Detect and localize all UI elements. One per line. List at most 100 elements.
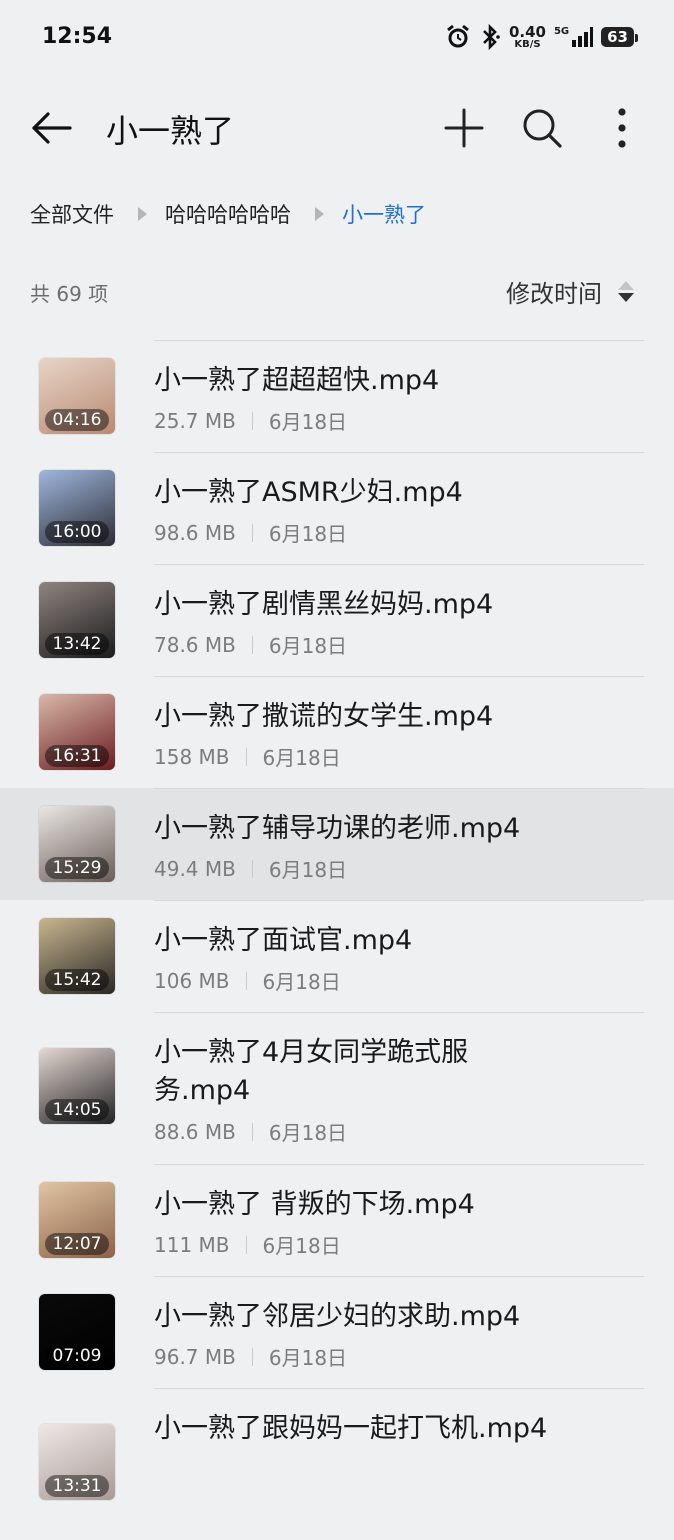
file-row[interactable]: 13:31 小一熟了跟妈妈一起打飞机.mp4 bbox=[0, 1388, 674, 1540]
file-name: 小一熟了剧情黑丝妈妈.mp4 bbox=[154, 589, 494, 620]
item-count: 共 69 项 bbox=[30, 282, 109, 306]
file-name: 小一熟了辅导功课的老师.mp4 bbox=[154, 813, 521, 844]
add-button[interactable] bbox=[440, 104, 488, 152]
meta-separator bbox=[251, 635, 253, 654]
file-meta: 25.7 MB 6月18日 bbox=[154, 406, 347, 435]
video-duration: 13:31 bbox=[45, 1475, 109, 1497]
file-meta: 106 MB 6月18日 bbox=[154, 966, 341, 995]
page-title: 小一熟了 bbox=[106, 112, 235, 150]
row-divider bbox=[154, 340, 644, 341]
file-date: 6月18日 bbox=[262, 970, 341, 994]
meta-separator bbox=[251, 523, 253, 542]
file-date: 6月18日 bbox=[262, 1234, 341, 1258]
file-date: 6月18日 bbox=[268, 1121, 348, 1145]
sort-label: 修改时间 bbox=[506, 280, 602, 308]
file-row[interactable]: 16:00 小一熟了ASMR少妇.mp4 98.6 MB 6月18日 bbox=[0, 452, 674, 564]
video-duration: 07:09 bbox=[45, 1345, 109, 1367]
breadcrumb-item-current: 小一熟了 bbox=[342, 203, 426, 227]
file-date: 6月18日 bbox=[268, 1346, 348, 1370]
status-icons: 0.40 KB/S 5G 63 bbox=[445, 22, 638, 52]
file-date: 6月18日 bbox=[268, 522, 348, 546]
file-size: 88.6 MB bbox=[154, 1119, 236, 1144]
file-size: 98.6 MB bbox=[154, 520, 236, 545]
video-thumbnail[interactable]: 14:05 bbox=[39, 1048, 115, 1124]
sort-direction-icon bbox=[618, 281, 634, 302]
row-divider bbox=[154, 676, 644, 677]
file-row[interactable]: 12:07 小一熟了 背叛的下场.mp4 111 MB 6月18日 bbox=[0, 1164, 674, 1276]
video-thumbnail[interactable]: 07:09 bbox=[39, 1294, 115, 1370]
meta-separator bbox=[251, 1347, 253, 1366]
video-duration: 12:07 bbox=[45, 1233, 109, 1255]
video-thumbnail[interactable]: 13:42 bbox=[39, 582, 115, 658]
row-divider bbox=[154, 564, 644, 565]
file-row[interactable]: 07:09 小一熟了邻居少妇的求助.mp4 96.7 MB 6月18日 bbox=[0, 1276, 674, 1388]
more-options-button[interactable] bbox=[600, 104, 644, 152]
chevron-right-icon bbox=[315, 207, 324, 221]
file-row[interactable]: 14:05 小一熟了4月女同学跪式服务.mp4 88.6 MB 6月18日 bbox=[0, 1012, 674, 1164]
sort-button[interactable]: 修改时间 bbox=[506, 274, 634, 309]
file-size: 96.7 MB bbox=[154, 1344, 236, 1369]
file-meta: 88.6 MB 6月18日 bbox=[154, 1117, 347, 1146]
video-thumbnail[interactable]: 04:16 bbox=[39, 358, 115, 434]
breadcrumb-item-all-files[interactable]: 全部文件 bbox=[30, 199, 114, 229]
video-duration: 04:16 bbox=[45, 409, 109, 431]
video-thumbnail[interactable]: 16:31 bbox=[39, 694, 115, 770]
file-name: 小一熟了ASMR少妇.mp4 bbox=[154, 477, 463, 508]
meta-separator bbox=[245, 971, 247, 990]
video-thumbnail[interactable]: 16:00 bbox=[39, 470, 115, 546]
file-date: 6月18日 bbox=[268, 858, 348, 882]
file-size: 25.7 MB bbox=[154, 408, 236, 433]
breadcrumb: 全部文件 哈哈哈哈哈哈 小一熟了 bbox=[30, 198, 426, 230]
video-duration: 15:29 bbox=[45, 857, 109, 879]
file-name: 小一熟了4月女同学跪式服务.mp4 bbox=[154, 1037, 469, 1106]
status-bar: 12:54 0.40 KB/S 5G 63 bbox=[0, 0, 674, 76]
file-date: 6月18日 bbox=[268, 410, 348, 434]
video-duration: 16:31 bbox=[45, 745, 109, 767]
row-divider bbox=[154, 788, 644, 789]
file-row[interactable]: 13:42 小一熟了剧情黑丝妈妈.mp4 78.6 MB 6月18日 bbox=[0, 564, 674, 676]
speed-unit: KB/S bbox=[514, 38, 541, 50]
file-date: 6月18日 bbox=[262, 746, 341, 770]
video-duration: 16:00 bbox=[45, 521, 109, 543]
file-meta: 49.4 MB 6月18日 bbox=[154, 854, 347, 883]
file-row[interactable]: 16:31 小一熟了撒谎的女学生.mp4 158 MB 6月18日 bbox=[0, 676, 674, 788]
signal-icon: 5G bbox=[554, 26, 594, 48]
chevron-right-icon bbox=[138, 207, 147, 221]
file-name: 小一熟了跟妈妈一起打飞机.mp4 bbox=[154, 1413, 548, 1444]
file-meta: 158 MB 6月18日 bbox=[154, 742, 341, 771]
video-thumbnail[interactable]: 12:07 bbox=[39, 1182, 115, 1258]
breadcrumb-item-folder[interactable]: 哈哈哈哈哈哈 bbox=[165, 199, 291, 229]
file-size: 106 MB bbox=[154, 968, 230, 993]
video-thumbnail[interactable]: 15:29 bbox=[39, 806, 115, 882]
alarm-icon bbox=[447, 24, 469, 48]
file-row[interactable]: 15:29 小一熟了辅导功课的老师.mp4 49.4 MB 6月18日 bbox=[0, 788, 674, 900]
row-divider bbox=[154, 1388, 644, 1389]
file-meta: 78.6 MB 6月18日 bbox=[154, 630, 347, 659]
app-bar: 小一熟了 bbox=[0, 88, 674, 166]
file-size: 111 MB bbox=[154, 1232, 230, 1257]
file-meta: 98.6 MB 6月18日 bbox=[154, 518, 347, 547]
file-meta: 96.7 MB 6月18日 bbox=[154, 1342, 347, 1371]
row-divider bbox=[154, 1012, 644, 1013]
network-speed: 0.40 KB/S bbox=[509, 24, 546, 50]
video-thumbnail[interactable]: 13:31 bbox=[39, 1424, 115, 1500]
file-size: 49.4 MB bbox=[154, 856, 236, 881]
back-button[interactable] bbox=[28, 106, 76, 150]
file-size: 158 MB bbox=[154, 744, 230, 769]
battery-indicator: 63 bbox=[601, 27, 638, 47]
video-thumbnail[interactable]: 15:42 bbox=[39, 918, 115, 994]
video-duration: 14:05 bbox=[45, 1099, 109, 1121]
file-name: 小一熟了撒谎的女学生.mp4 bbox=[154, 701, 494, 732]
meta-separator bbox=[245, 747, 247, 766]
search-button[interactable] bbox=[518, 104, 566, 152]
file-row[interactable]: 15:42 小一熟了面试官.mp4 106 MB 6月18日 bbox=[0, 900, 674, 1012]
bluetooth-icon bbox=[483, 24, 500, 50]
search-icon bbox=[523, 109, 562, 148]
meta-separator bbox=[251, 411, 253, 430]
file-date: 6月18日 bbox=[268, 634, 348, 658]
row-divider bbox=[154, 1164, 644, 1165]
file-size: 78.6 MB bbox=[154, 632, 236, 657]
file-row[interactable]: 04:16 小一熟了超超超快.mp4 25.7 MB 6月18日 bbox=[0, 340, 674, 452]
signal-bars-icon bbox=[572, 27, 594, 47]
file-name: 小一熟了邻居少妇的求助.mp4 bbox=[154, 1301, 521, 1332]
